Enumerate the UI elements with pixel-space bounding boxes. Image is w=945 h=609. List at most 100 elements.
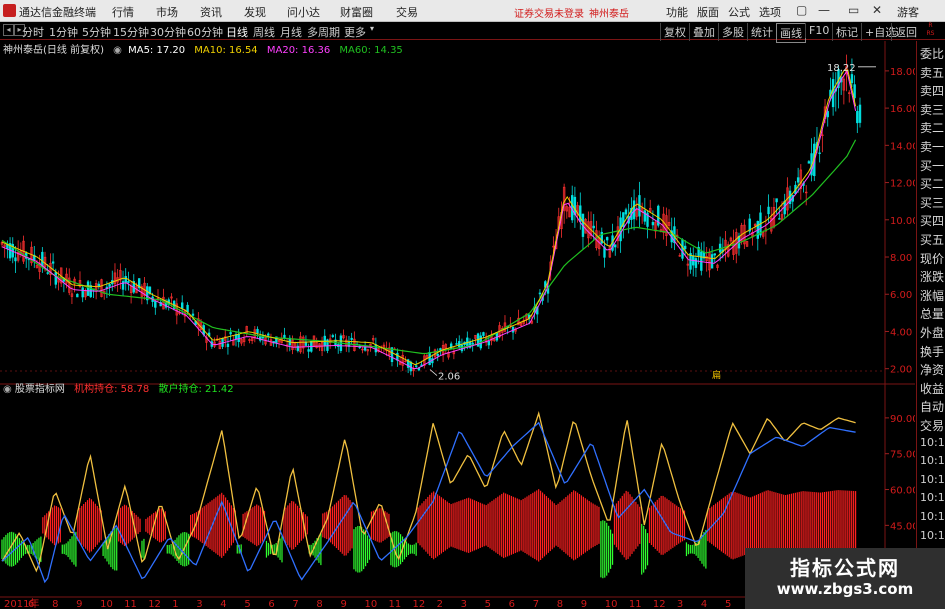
candle-body (694, 258, 698, 268)
tab-30min[interactable]: 30分钟 (150, 24, 186, 40)
mark-button[interactable]: 标记 (832, 23, 861, 41)
kline-chart[interactable]: 18.0016.0014.0012.0010.008.006.004.002.0… (0, 41, 915, 609)
maximize-icon[interactable]: ▭ (848, 3, 859, 17)
candle-body (767, 206, 770, 215)
side-panel-item[interactable]: 卖三 (920, 101, 944, 118)
candle-body (592, 225, 595, 229)
app-title: 通达信金融终端 (19, 6, 96, 19)
statistics-button[interactable]: 统计 (747, 23, 776, 41)
side-panel-item[interactable]: 10:1 (920, 436, 945, 449)
side-panel-item[interactable]: 买三 (920, 194, 944, 211)
indicator-settings-icon[interactable]: ◉ (3, 384, 12, 395)
guest-label[interactable]: 游客 (897, 4, 919, 20)
side-panel-item[interactable]: 买五 (920, 231, 944, 248)
candle-body (46, 272, 49, 274)
menu-layout[interactable]: 版面 (697, 4, 719, 20)
draw-line-button[interactable]: 画线 (776, 23, 806, 43)
tab-multi-period[interactable]: 多周期 (307, 24, 340, 40)
side-panel-item[interactable]: 卖四 (920, 82, 944, 99)
x-axis-label: 7 (533, 599, 539, 609)
candle-body (807, 161, 811, 164)
menu-ask-xiaoda[interactable]: 问小达 (287, 4, 320, 20)
side-panel-item[interactable]: 涨跌 (920, 268, 944, 285)
tab-weekly[interactable]: 周线 (253, 24, 275, 40)
indicator-legend: ◉ 股票指标网 机构持仓: 58.78 散户持仓: 21.42 (0, 380, 234, 395)
side-panel-item[interactable]: 换手 (920, 343, 944, 360)
x-axis-label: 8 (557, 599, 563, 609)
minimize-icon[interactable]: — (818, 3, 830, 17)
side-panel-item[interactable]: 委比 (920, 45, 944, 62)
tab-monthly[interactable]: 月线 (280, 24, 302, 40)
chevron-left-icon[interactable]: ◂ (3, 24, 14, 36)
side-panel-item[interactable]: 净资 (920, 361, 944, 378)
candle-body (54, 272, 57, 285)
x-axis-label: 2 (437, 599, 443, 609)
x-axis-label: 12 (413, 599, 426, 609)
x-axis-label: 3 (461, 599, 467, 609)
side-panel-item[interactable]: 自动 (920, 398, 944, 415)
f10-button[interactable]: F10 (805, 23, 832, 38)
side-panel-item[interactable]: 收益 (920, 380, 944, 397)
candle-body (775, 198, 778, 203)
side-panel-item[interactable]: 卖二 (920, 119, 944, 136)
tab-15min[interactable]: 15分钟 (113, 24, 149, 40)
menu-wealth-circle[interactable]: 财富圈 (340, 4, 373, 20)
candle-body (127, 281, 130, 283)
x-axis-label: 10 (100, 599, 113, 609)
user-icon[interactable]: ▢ (796, 3, 807, 17)
candle-body (181, 302, 184, 309)
side-panel-item[interactable]: 买一 (920, 157, 944, 174)
side-panel-item[interactable]: 涨幅 (920, 287, 944, 304)
tab-5min[interactable]: 5分钟 (82, 24, 111, 40)
close-icon[interactable]: ✕ (872, 3, 882, 17)
multi-stock-button[interactable]: 多股 (718, 23, 747, 41)
x-axis-label: 4 (701, 599, 707, 609)
ma5-value: MA5: 17.20 (128, 45, 186, 56)
candle-body (331, 335, 335, 337)
candle-body (226, 343, 230, 348)
side-panel-item[interactable]: 交易 (920, 417, 944, 434)
side-panel-item[interactable]: 买二 (920, 175, 944, 192)
main-chart-legend: 神州泰岳(日线 前复权) ◉ MA5: 17.20 MA10: 16.54 MA… (0, 41, 409, 56)
x-axis-label: 6 (509, 599, 515, 609)
indicator-title[interactable]: 股票指标网 (15, 384, 65, 395)
tab-intraday[interactable]: 分时 (22, 24, 44, 40)
overlay-button[interactable]: 叠加 (689, 23, 718, 41)
tab-1min[interactable]: 1分钟 (49, 24, 78, 40)
tab-daily[interactable]: 日线 (226, 24, 248, 40)
x-axis-label: 5 (244, 599, 250, 609)
menu-news[interactable]: 资讯 (200, 4, 222, 20)
side-panel-item[interactable]: 买四 (920, 212, 944, 229)
side-panel-item[interactable]: 10:1 (920, 454, 945, 467)
menu-formula[interactable]: 公式 (728, 4, 750, 20)
side-panel-item[interactable]: 10:1 (920, 491, 945, 504)
menu-options[interactable]: 选项 (759, 4, 781, 20)
price-tick-label: 6.00 (890, 290, 912, 301)
tab-60min[interactable]: 60分钟 (187, 24, 223, 40)
menu-trade[interactable]: 交易 (396, 4, 418, 20)
indicator-histogram (1, 489, 857, 579)
side-panel-item[interactable]: 总量 (920, 305, 944, 322)
login-status[interactable]: 证券交易未登录 (514, 5, 584, 20)
tab-more[interactable]: 更多 (344, 24, 366, 40)
side-panel-item[interactable]: 10:1 (920, 529, 945, 542)
side-panel-item[interactable]: 10:1 (920, 510, 945, 523)
menu-market[interactable]: 市场 (156, 4, 178, 20)
side-panel-item[interactable]: 10:1 (920, 473, 945, 486)
candle-body (471, 342, 474, 345)
indicator-tick-label: 75.00 (890, 450, 915, 461)
side-panel-item[interactable]: 外盘 (920, 324, 944, 341)
x-axis-label: 10 (605, 599, 618, 609)
x-axis-label: 9 (340, 599, 346, 609)
candle-body (350, 337, 353, 340)
menu-market-quotes[interactable]: 行情 (112, 4, 134, 20)
chart-title[interactable]: 神州泰岳(日线 前复权) (3, 45, 104, 56)
side-panel-item[interactable]: 现价 (920, 250, 944, 267)
chevron-down-icon[interactable]: ▾ (370, 24, 374, 33)
restore-rights-button[interactable]: 复权 (660, 23, 689, 41)
menu-discover[interactable]: 发现 (244, 4, 266, 20)
menu-functions[interactable]: 功能 (666, 4, 688, 20)
side-panel-item[interactable]: 卖五 (920, 64, 944, 81)
side-panel-item[interactable]: 卖一 (920, 138, 944, 155)
settings-icon[interactable]: ◉ (113, 45, 122, 56)
